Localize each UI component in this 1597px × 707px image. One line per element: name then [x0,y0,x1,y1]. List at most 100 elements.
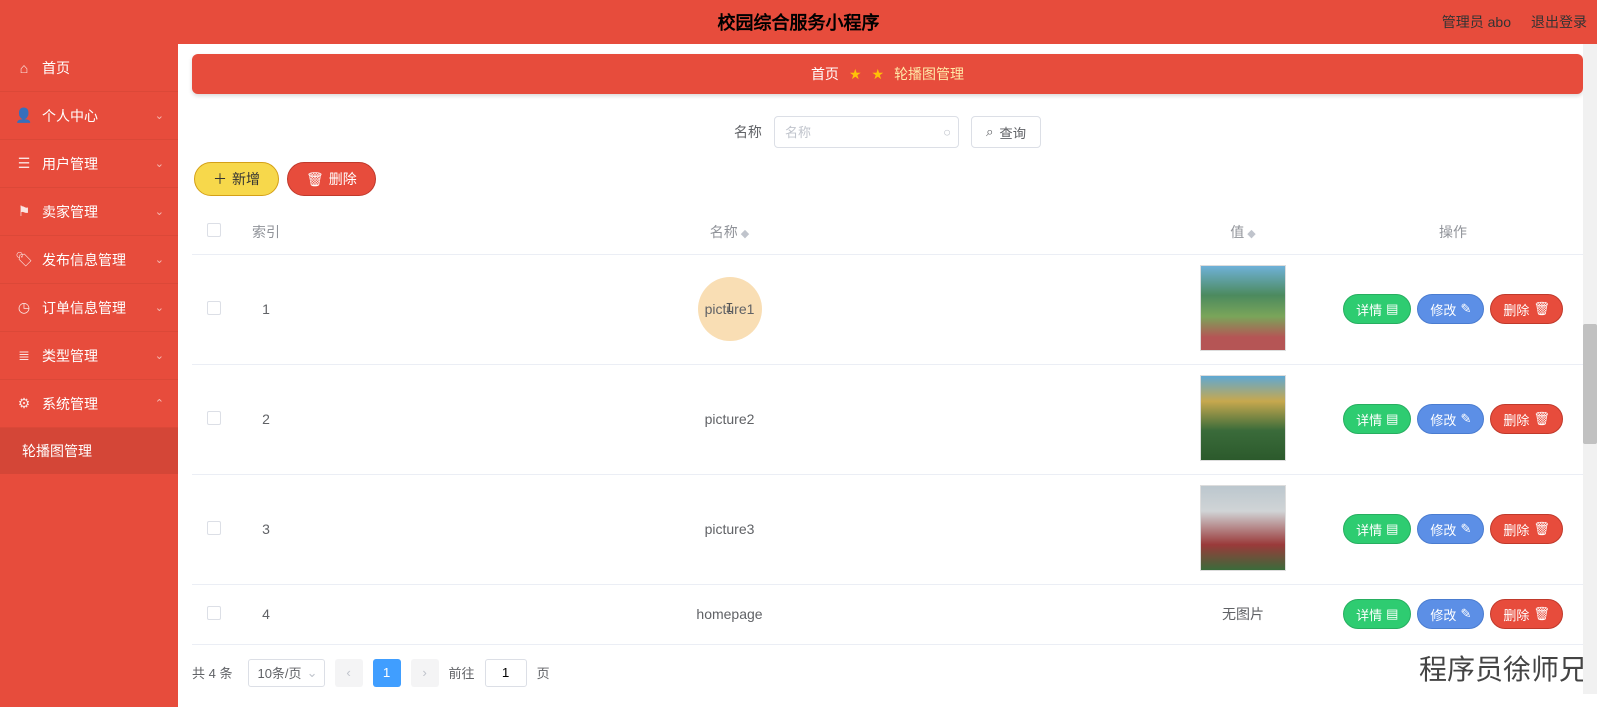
pager-goto-suffix: 页 [537,663,550,682]
user-icon: 👤 [16,108,32,124]
admin-info[interactable]: 管理员 abo [1442,12,1511,32]
sort-icon[interactable]: ◆ [1247,228,1255,240]
sidebar-item-label: 首页 [42,58,70,78]
data-table: 索引 名称◆ 值◆ 操作 1picture1详情 ▤修改 ✎删除 🗑2pictu… [192,210,1583,645]
search-button-label: 查询 [999,123,1026,142]
chevron-down-icon: ⌄ [155,349,164,362]
detail-button[interactable]: 详情 ▤ [1343,599,1411,629]
chevron-down-icon: ⌄ [155,301,164,314]
pager-prev[interactable]: ‹ [335,659,363,687]
edit-icon: ✎ [1460,606,1471,622]
trash-icon: 🗑 [1533,411,1550,427]
pager-goto-input[interactable] [485,659,527,687]
sidebar-item-order-mgmt[interactable]: ◷订单信息管理⌄ [0,284,178,332]
sidebar-item-publish-mgmt[interactable]: 🏷发布信息管理⌄ [0,236,178,284]
cell-index: 4 [262,606,270,622]
trash-icon: 🗑 [1533,521,1550,537]
pager-goto-prefix: 前往 [449,663,475,682]
sidebar-item-home[interactable]: ⌂ 首页 [0,44,178,92]
select-all-checkbox[interactable] [207,223,221,237]
add-button[interactable]: ＋ 新增 [194,162,279,196]
thumbnail-image[interactable] [1200,375,1286,461]
trash-icon: 🗑 [1533,301,1550,317]
breadcrumb: 首页 ★ ★ 轮播图管理 [192,54,1583,94]
scrollbar-track[interactable] [1583,44,1597,694]
edit-icon: ✎ [1460,521,1471,537]
row-delete-button[interactable]: 删除 🗑 [1490,599,1563,629]
table-row: 4homepage无图片详情 ▤修改 ✎删除 🗑 [192,584,1583,644]
sidebar-item-label: 类型管理 [42,346,98,366]
tags-icon: 🏷 [16,252,32,268]
sidebar-item-profile[interactable]: 👤个人中心⌄ [0,92,178,140]
document-icon: ▤ [1386,301,1398,317]
no-image-text: 无图片 [1222,606,1264,622]
pager-page-1[interactable]: 1 [373,659,401,687]
chevron-up-icon: ⌃ [155,397,164,410]
home-icon: ⌂ [16,60,32,76]
plus-icon: ＋ [213,169,227,189]
detail-button[interactable]: 详情 ▤ [1343,294,1411,324]
add-button-label: 新增 [232,169,260,189]
edit-button[interactable]: 修改 ✎ [1417,404,1484,434]
edit-button[interactable]: 修改 ✎ [1417,294,1484,324]
thumbnail-image[interactable] [1200,485,1286,571]
sort-icon[interactable]: ◆ [741,228,749,240]
sidebar-item-user-mgmt[interactable]: ☰用户管理⌄ [0,140,178,188]
search-icon: ⌕ [986,124,993,140]
sidebar-item-label: 用户管理 [42,154,98,174]
thumbnail-image[interactable] [1200,265,1286,351]
sidebar-item-label: 发布信息管理 [42,250,126,270]
delete-button[interactable]: 🗑 删除 [287,162,376,196]
breadcrumb-home[interactable]: 首页 [811,64,839,84]
sidebar-sub-carousel[interactable]: 轮播图管理 [0,428,178,474]
cell-index: 2 [262,411,270,427]
row-delete-button[interactable]: 删除 🗑 [1490,404,1563,434]
col-value[interactable]: 值 [1230,224,1244,240]
detail-button[interactable]: 详情 ▤ [1343,404,1411,434]
search-row: 名称 ○ ⌕ 查询 [192,116,1583,148]
sidebar-item-label: 系统管理 [42,394,98,414]
logout-link[interactable]: 退出登录 [1531,12,1587,32]
pager-per-page-select[interactable]: 10条/页 [248,659,324,687]
sliders-icon: ⚙ [16,396,32,412]
sidebar-item-type-mgmt[interactable]: ≣ 类型管理 ⌄ [0,332,178,380]
table-row: 1picture1详情 ▤修改 ✎删除 🗑 [192,254,1583,364]
col-index[interactable]: 索引 [252,224,280,240]
document-icon: ▤ [1386,411,1398,427]
search-button[interactable]: ⌕ 查询 [971,116,1041,148]
row-delete-button[interactable]: 删除 🗑 [1490,294,1563,324]
search-input[interactable] [774,116,959,148]
scrollbar-thumb[interactable] [1583,324,1597,444]
search-input-wrap: ○ [774,116,959,148]
clock-icon: ◷ [16,300,32,316]
chevron-down-icon: ⌄ [155,205,164,218]
app-title: 校园综合服务小程序 [718,9,880,35]
document-icon: ▤ [1386,606,1398,622]
edit-button[interactable]: 修改 ✎ [1417,514,1484,544]
row-delete-button[interactable]: 删除 🗑 [1490,514,1563,544]
cell-index: 1 [262,301,270,317]
sidebar-sub-label: 轮播图管理 [22,441,92,461]
search-label: 名称 [734,122,762,142]
edit-icon: ✎ [1460,411,1471,427]
action-bar: ＋ 新增 🗑 删除 [194,162,1583,196]
row-checkbox[interactable] [207,301,221,315]
detail-button[interactable]: 详情 ▤ [1343,514,1411,544]
edit-button[interactable]: 修改 ✎ [1417,599,1484,629]
pager-next[interactable]: › [411,659,439,687]
edit-icon: ✎ [1460,301,1471,317]
row-checkbox[interactable] [207,411,221,425]
sidebar-item-seller-mgmt[interactable]: ⚑卖家管理⌄ [0,188,178,236]
star-icon: ★ [849,66,862,83]
list-icon: ≣ [16,348,32,364]
table-row: 2picture2详情 ▤修改 ✎删除 🗑 [192,364,1583,474]
sidebar-item-system-mgmt[interactable]: ⚙ 系统管理 ⌃ [0,380,178,428]
cell-name: picture3 [705,521,755,537]
row-checkbox[interactable] [207,606,221,620]
row-checkbox[interactable] [207,521,221,535]
header-right: 管理员 abo 退出登录 [1442,12,1587,32]
col-name[interactable]: 名称 [710,224,738,240]
sidebar-item-label: 个人中心 [42,106,98,126]
col-ops: 操作 [1439,224,1467,240]
pager-total: 共 4 条 [192,663,232,682]
